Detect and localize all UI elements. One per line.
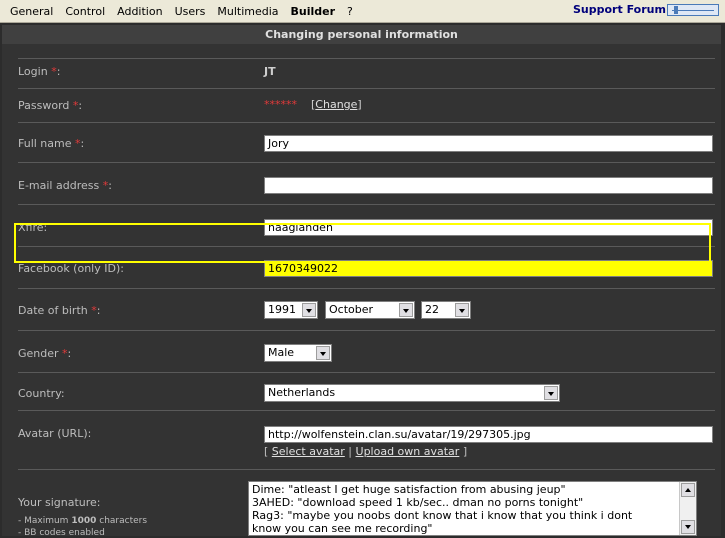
- row-gender: Gender *: Male: [18, 330, 715, 373]
- signature-line: Dime: "atleast I get huge satisfaction f…: [252, 483, 566, 496]
- signature-scrollbar[interactable]: [679, 482, 696, 535]
- email-input[interactable]: [264, 177, 713, 194]
- country-label: Country:: [18, 387, 65, 400]
- dob-year-value: 1991: [268, 303, 296, 316]
- chevron-down-icon[interactable]: [399, 303, 413, 317]
- chevron-down-icon[interactable]: [302, 303, 316, 317]
- upload-avatar-link[interactable]: Upload own avatar: [356, 445, 460, 458]
- signature-line: know you can see me recording": [252, 522, 433, 535]
- facebook-label: Facebook (only ID):: [18, 262, 124, 275]
- fullname-input[interactable]: Jory: [264, 135, 713, 152]
- personal-info-panel: Changing personal information Login *: J…: [2, 25, 721, 538]
- menu-help[interactable]: ?: [341, 5, 359, 18]
- dob-day-select[interactable]: 22: [421, 301, 471, 319]
- chevron-down-icon[interactable]: [455, 303, 469, 317]
- chevron-down-icon[interactable]: [316, 346, 330, 360]
- avatar-links: [ Select avatar | Upload own avatar ]: [264, 445, 468, 458]
- country-select[interactable]: Netherlands: [264, 384, 560, 402]
- menu-general[interactable]: General: [4, 5, 59, 18]
- dob-month-value: October: [329, 303, 374, 316]
- password-value: ****** [Change]: [264, 98, 362, 111]
- facebook-highlight-frame: [14, 223, 711, 263]
- dob-day-value: 22: [425, 303, 439, 316]
- menu-builder[interactable]: Builder: [285, 5, 342, 18]
- main-menu: General Control Addition Users Multimedi…: [4, 0, 359, 22]
- country-value: Netherlands: [268, 386, 336, 399]
- row-email: E-mail address *:: [18, 162, 715, 205]
- row-login: Login *: JT: [18, 58, 715, 89]
- avatar-label: Avatar (URL):: [18, 427, 92, 440]
- dob-label: Date of birth *:: [18, 304, 101, 317]
- signature-note-bbcodes: - BB codes enabled: [18, 528, 105, 538]
- panel-title: Changing personal information: [2, 25, 721, 44]
- signature-note-max: - Maximum 1000 characters: [18, 516, 148, 526]
- zoom-slider[interactable]: [667, 4, 719, 16]
- support-forum-link[interactable]: Support Forum: [573, 3, 666, 16]
- chevron-down-icon[interactable]: [544, 386, 558, 400]
- row-avatar: Avatar (URL): http://wolfenstein.clan.su…: [18, 410, 715, 466]
- row-dob: Date of birth *: 1991 October 22: [18, 288, 715, 331]
- top-menu-bar: General Control Addition Users Multimedi…: [0, 0, 725, 23]
- gender-select[interactable]: Male: [264, 344, 332, 362]
- select-avatar-link[interactable]: Select avatar: [272, 445, 345, 458]
- signature-textarea[interactable]: Dime: "atleast I get huge satisfaction f…: [248, 481, 697, 536]
- email-label: E-mail address *:: [18, 179, 112, 192]
- row-password: Password *: ****** [Change]: [18, 88, 715, 123]
- dob-year-select[interactable]: 1991: [264, 301, 318, 319]
- login-label: Login *:: [18, 65, 61, 78]
- menu-control[interactable]: Control: [59, 5, 111, 18]
- gender-value: Male: [268, 346, 295, 359]
- menu-multimedia[interactable]: Multimedia: [211, 5, 284, 18]
- signature-label: Your signature:: [18, 496, 101, 509]
- gender-label: Gender *:: [18, 347, 72, 360]
- slider-knob[interactable]: [674, 6, 678, 14]
- signature-line: 3AHED: "download speed 1 kb/sec.. dman n…: [252, 496, 584, 509]
- slider-track: [672, 10, 714, 11]
- fullname-label: Full name *:: [18, 137, 85, 150]
- scroll-down-icon[interactable]: [681, 520, 695, 534]
- change-password-link[interactable]: Change: [315, 98, 357, 111]
- row-country: Country: Netherlands: [18, 372, 715, 411]
- dob-month-select[interactable]: October: [325, 301, 415, 319]
- signature-line: Rag3: "maybe you noobs dont know that i …: [252, 509, 633, 522]
- avatar-url-input[interactable]: http://wolfenstein.clan.su/avatar/19/297…: [264, 426, 713, 443]
- password-label: Password *:: [18, 99, 83, 112]
- login-value: JT: [264, 65, 276, 78]
- row-fullname: Full name *: Jory: [18, 122, 715, 163]
- menu-addition[interactable]: Addition: [111, 5, 168, 18]
- menu-users[interactable]: Users: [169, 5, 212, 18]
- password-mask: ******: [264, 98, 297, 111]
- scroll-up-icon[interactable]: [681, 483, 695, 497]
